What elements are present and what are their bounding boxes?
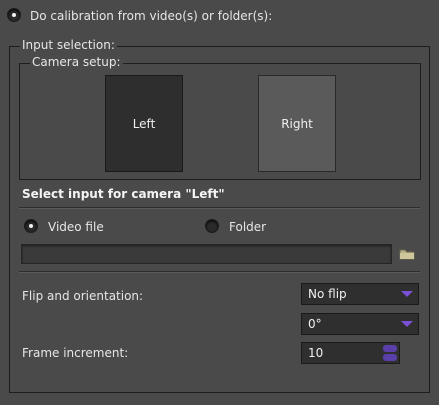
camera-left-label: Left [132, 116, 156, 131]
chevron-down-icon [401, 321, 413, 327]
flip-select-value: No flip [308, 287, 347, 301]
frame-increment-label: Frame increment: [22, 346, 129, 360]
rotation-select-value: 0° [308, 317, 322, 331]
camera-right-button[interactable]: Right [258, 75, 336, 172]
camera-setup-group [19, 63, 421, 180]
flip-orientation-label: Flip and orientation: [22, 289, 144, 303]
video-file-radio[interactable] [24, 219, 38, 233]
frame-increment-spinbox[interactable]: 10 [301, 342, 400, 364]
rotation-select[interactable]: 0° [301, 313, 419, 335]
divider [19, 271, 420, 273]
frame-increment-value: 10 [308, 346, 324, 360]
spin-down-button[interactable] [383, 354, 397, 361]
folder-label[interactable]: Folder [229, 220, 266, 234]
select-input-heading: Select input for camera "Left" [22, 187, 225, 201]
folder-icon[interactable] [399, 248, 415, 260]
flip-select[interactable]: No flip [301, 283, 419, 305]
chevron-down-icon [401, 291, 413, 297]
camera-setup-title: Camera setup: [30, 55, 123, 69]
camera-right-label: Right [281, 116, 313, 131]
input-selection-title: Input selection: [20, 38, 117, 52]
divider [19, 207, 420, 209]
camera-left-button[interactable]: Left [105, 75, 183, 172]
video-file-label[interactable]: Video file [48, 220, 104, 234]
calibration-from-video-label[interactable]: Do calibration from video(s) or folder(s… [30, 9, 272, 23]
path-input[interactable] [21, 244, 392, 264]
spin-up-button[interactable] [383, 345, 397, 352]
folder-radio[interactable] [205, 219, 219, 233]
calibration-from-video-radio[interactable] [7, 8, 21, 22]
